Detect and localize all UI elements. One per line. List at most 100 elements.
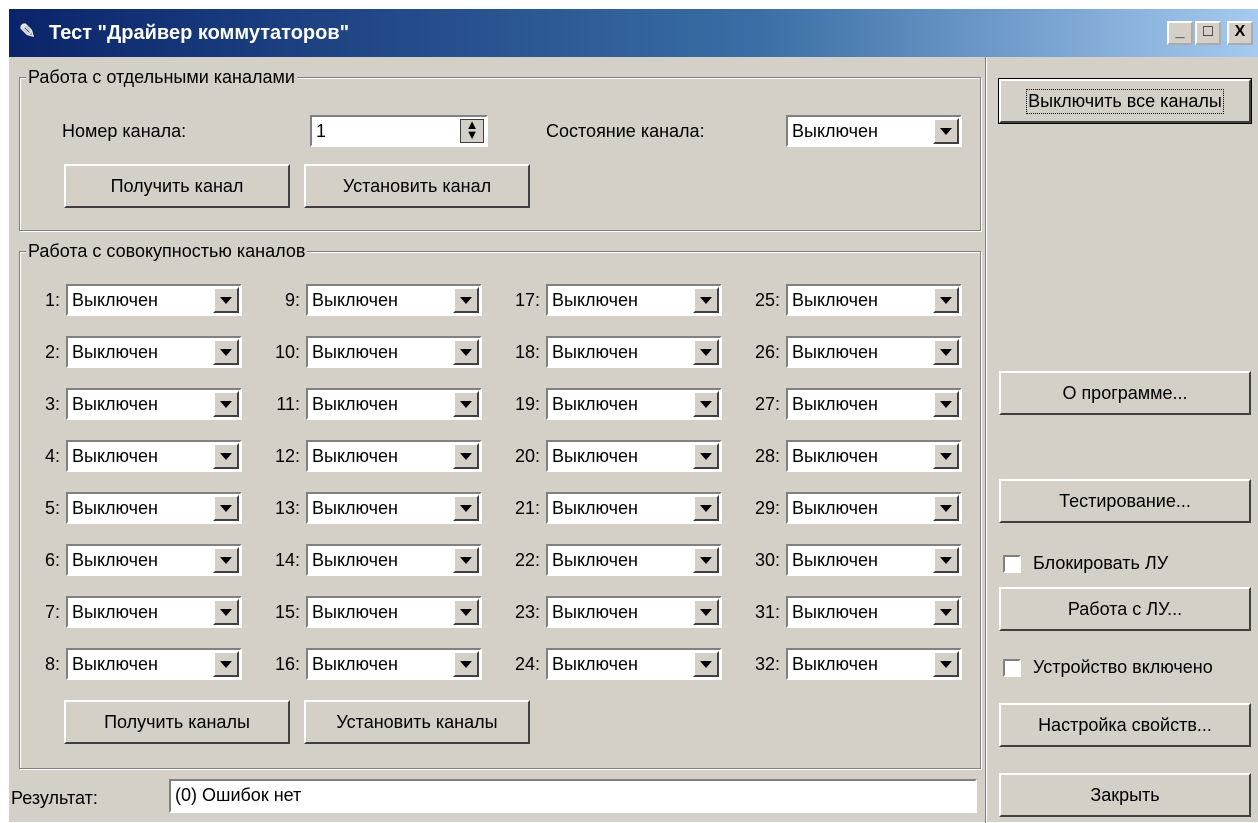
dropdown-arrow-icon[interactable] — [453, 391, 479, 417]
close-button[interactable]: Закрыть — [999, 773, 1251, 817]
dropdown-arrow-icon[interactable] — [933, 599, 959, 625]
channel-26-select[interactable]: Выключен — [786, 336, 962, 368]
channel-12-select[interactable]: Выключен — [306, 440, 482, 472]
channel-19-value: Выключен — [552, 394, 638, 414]
channel-23-select[interactable]: Выключен — [546, 596, 722, 628]
dropdown-arrow-icon[interactable] — [453, 443, 479, 469]
channel-11-select[interactable]: Выключен — [306, 388, 482, 420]
channel-19-select[interactable]: Выключен — [546, 388, 722, 420]
channel-15-select[interactable]: Выключен — [306, 596, 482, 628]
properties-button[interactable]: Настройка свойств... — [999, 703, 1251, 747]
channel-2-select[interactable]: Выключен — [66, 336, 242, 368]
dropdown-arrow-icon[interactable] — [213, 599, 239, 625]
dropdown-arrow-icon[interactable] — [933, 118, 959, 144]
dropdown-arrow-icon[interactable] — [453, 547, 479, 573]
dropdown-arrow-icon[interactable] — [213, 287, 239, 313]
channel-27-label: 27: — [754, 394, 780, 414]
dropdown-arrow-icon[interactable] — [453, 599, 479, 625]
main-window: ✎ Тест "Драйвер коммутаторов" _ □ X Рабо… — [8, 8, 1258, 823]
title-bar[interactable]: ✎ Тест "Драйвер коммутаторов" _ □ X — [9, 9, 1258, 57]
disable-all-channels-button[interactable]: Выключить все каналы — [998, 78, 1252, 124]
dropdown-arrow-icon[interactable] — [453, 651, 479, 677]
channel-16-select[interactable]: Выключен — [306, 648, 482, 680]
channel-1-value: Выключен — [72, 290, 158, 310]
testing-button[interactable]: Тестирование... — [999, 479, 1251, 523]
channel-20-label: 20: — [514, 446, 540, 466]
dropdown-arrow-icon[interactable] — [933, 495, 959, 521]
dropdown-arrow-icon[interactable] — [213, 651, 239, 677]
channel-29-label: 29: — [754, 498, 780, 518]
dropdown-arrow-icon[interactable] — [693, 339, 719, 365]
single-channel-group: Работа с отдельными каналами Номер канал… — [19, 66, 981, 231]
maximize-button[interactable]: □ — [1195, 21, 1221, 45]
channel-16-value: Выключен — [312, 654, 398, 674]
dropdown-arrow-icon[interactable] — [213, 339, 239, 365]
channel-22-label: 22: — [514, 550, 540, 570]
channel-32-select[interactable]: Выключен — [786, 648, 962, 680]
dropdown-arrow-icon[interactable] — [693, 287, 719, 313]
channel-20-select[interactable]: Выключен — [546, 440, 722, 472]
channel-4-select[interactable]: Выключен — [66, 440, 242, 472]
close-window-button[interactable]: X — [1227, 21, 1253, 45]
dropdown-arrow-icon[interactable] — [693, 495, 719, 521]
channel-number-input[interactable]: 1 ▲ ▼ — [310, 115, 488, 147]
channel-8-select[interactable]: Выключен — [66, 648, 242, 680]
channel-28-select[interactable]: Выключен — [786, 440, 962, 472]
minimize-button[interactable]: _ — [1167, 21, 1193, 45]
dropdown-arrow-icon[interactable] — [933, 287, 959, 313]
dropdown-arrow-icon[interactable] — [693, 599, 719, 625]
result-field[interactable]: (0) Ошибок нет — [169, 779, 977, 813]
dropdown-arrow-icon[interactable] — [933, 443, 959, 469]
about-label: О программе... — [1062, 382, 1188, 403]
channel-5-select[interactable]: Выключен — [66, 492, 242, 524]
channel-24-select[interactable]: Выключен — [546, 648, 722, 680]
dropdown-arrow-icon[interactable] — [933, 547, 959, 573]
dropdown-arrow-icon[interactable] — [693, 391, 719, 417]
dropdown-arrow-icon[interactable] — [693, 651, 719, 677]
dropdown-arrow-icon[interactable] — [933, 339, 959, 365]
set-channel-button[interactable]: Установить канал — [304, 164, 530, 208]
channel-17-select[interactable]: Выключен — [546, 284, 722, 316]
channel-9-select[interactable]: Выключен — [306, 284, 482, 316]
channel-1-select[interactable]: Выключен — [66, 284, 242, 316]
channel-27-select[interactable]: Выключен — [786, 388, 962, 420]
channel-state-select[interactable]: Выключен — [786, 115, 962, 147]
channel-3-select[interactable]: Выключен — [66, 388, 242, 420]
dropdown-arrow-icon[interactable] — [213, 495, 239, 521]
channel-25-select[interactable]: Выключен — [786, 284, 962, 316]
spin-updown-icon[interactable]: ▲ ▼ — [460, 118, 484, 143]
channel-6-select[interactable]: Выключен — [66, 544, 242, 576]
device-on-checkbox[interactable] — [1003, 659, 1021, 677]
channel-21-select[interactable]: Выключен — [546, 492, 722, 524]
channel-31-select[interactable]: Выключен — [786, 596, 962, 628]
dropdown-arrow-icon[interactable] — [453, 339, 479, 365]
channel-30-select[interactable]: Выключен — [786, 544, 962, 576]
channel-29-select[interactable]: Выключен — [786, 492, 962, 524]
dropdown-arrow-icon[interactable] — [933, 391, 959, 417]
dropdown-arrow-icon[interactable] — [693, 443, 719, 469]
channel-10-select[interactable]: Выключен — [306, 336, 482, 368]
channel-21-value: Выключен — [552, 498, 638, 518]
channel-18-select[interactable]: Выключен — [546, 336, 722, 368]
vertical-separator — [985, 57, 987, 823]
block-lu-checkbox[interactable] — [1003, 555, 1021, 573]
dropdown-arrow-icon[interactable] — [213, 443, 239, 469]
dropdown-arrow-icon[interactable] — [213, 547, 239, 573]
work-lu-button[interactable]: Работа с ЛУ... — [999, 587, 1251, 631]
channel-22-select[interactable]: Выключен — [546, 544, 722, 576]
channel-7-select[interactable]: Выключен — [66, 596, 242, 628]
channel-31-value: Выключен — [792, 602, 878, 622]
channel-14-select[interactable]: Выключен — [306, 544, 482, 576]
channel-13-select[interactable]: Выключен — [306, 492, 482, 524]
dropdown-arrow-icon[interactable] — [213, 391, 239, 417]
dropdown-arrow-icon[interactable] — [693, 547, 719, 573]
single-channel-group-label: Работа с отдельными каналами — [26, 66, 297, 88]
dropdown-arrow-icon[interactable] — [933, 651, 959, 677]
dropdown-arrow-icon[interactable] — [453, 495, 479, 521]
about-button[interactable]: О программе... — [999, 371, 1251, 415]
dropdown-arrow-icon[interactable] — [453, 287, 479, 313]
get-channel-button[interactable]: Получить канал — [64, 164, 290, 208]
set-channels-button[interactable]: Установить каналы — [304, 700, 530, 744]
device-on-label: Устройство включено — [1033, 657, 1213, 677]
get-channels-button[interactable]: Получить каналы — [64, 700, 290, 744]
